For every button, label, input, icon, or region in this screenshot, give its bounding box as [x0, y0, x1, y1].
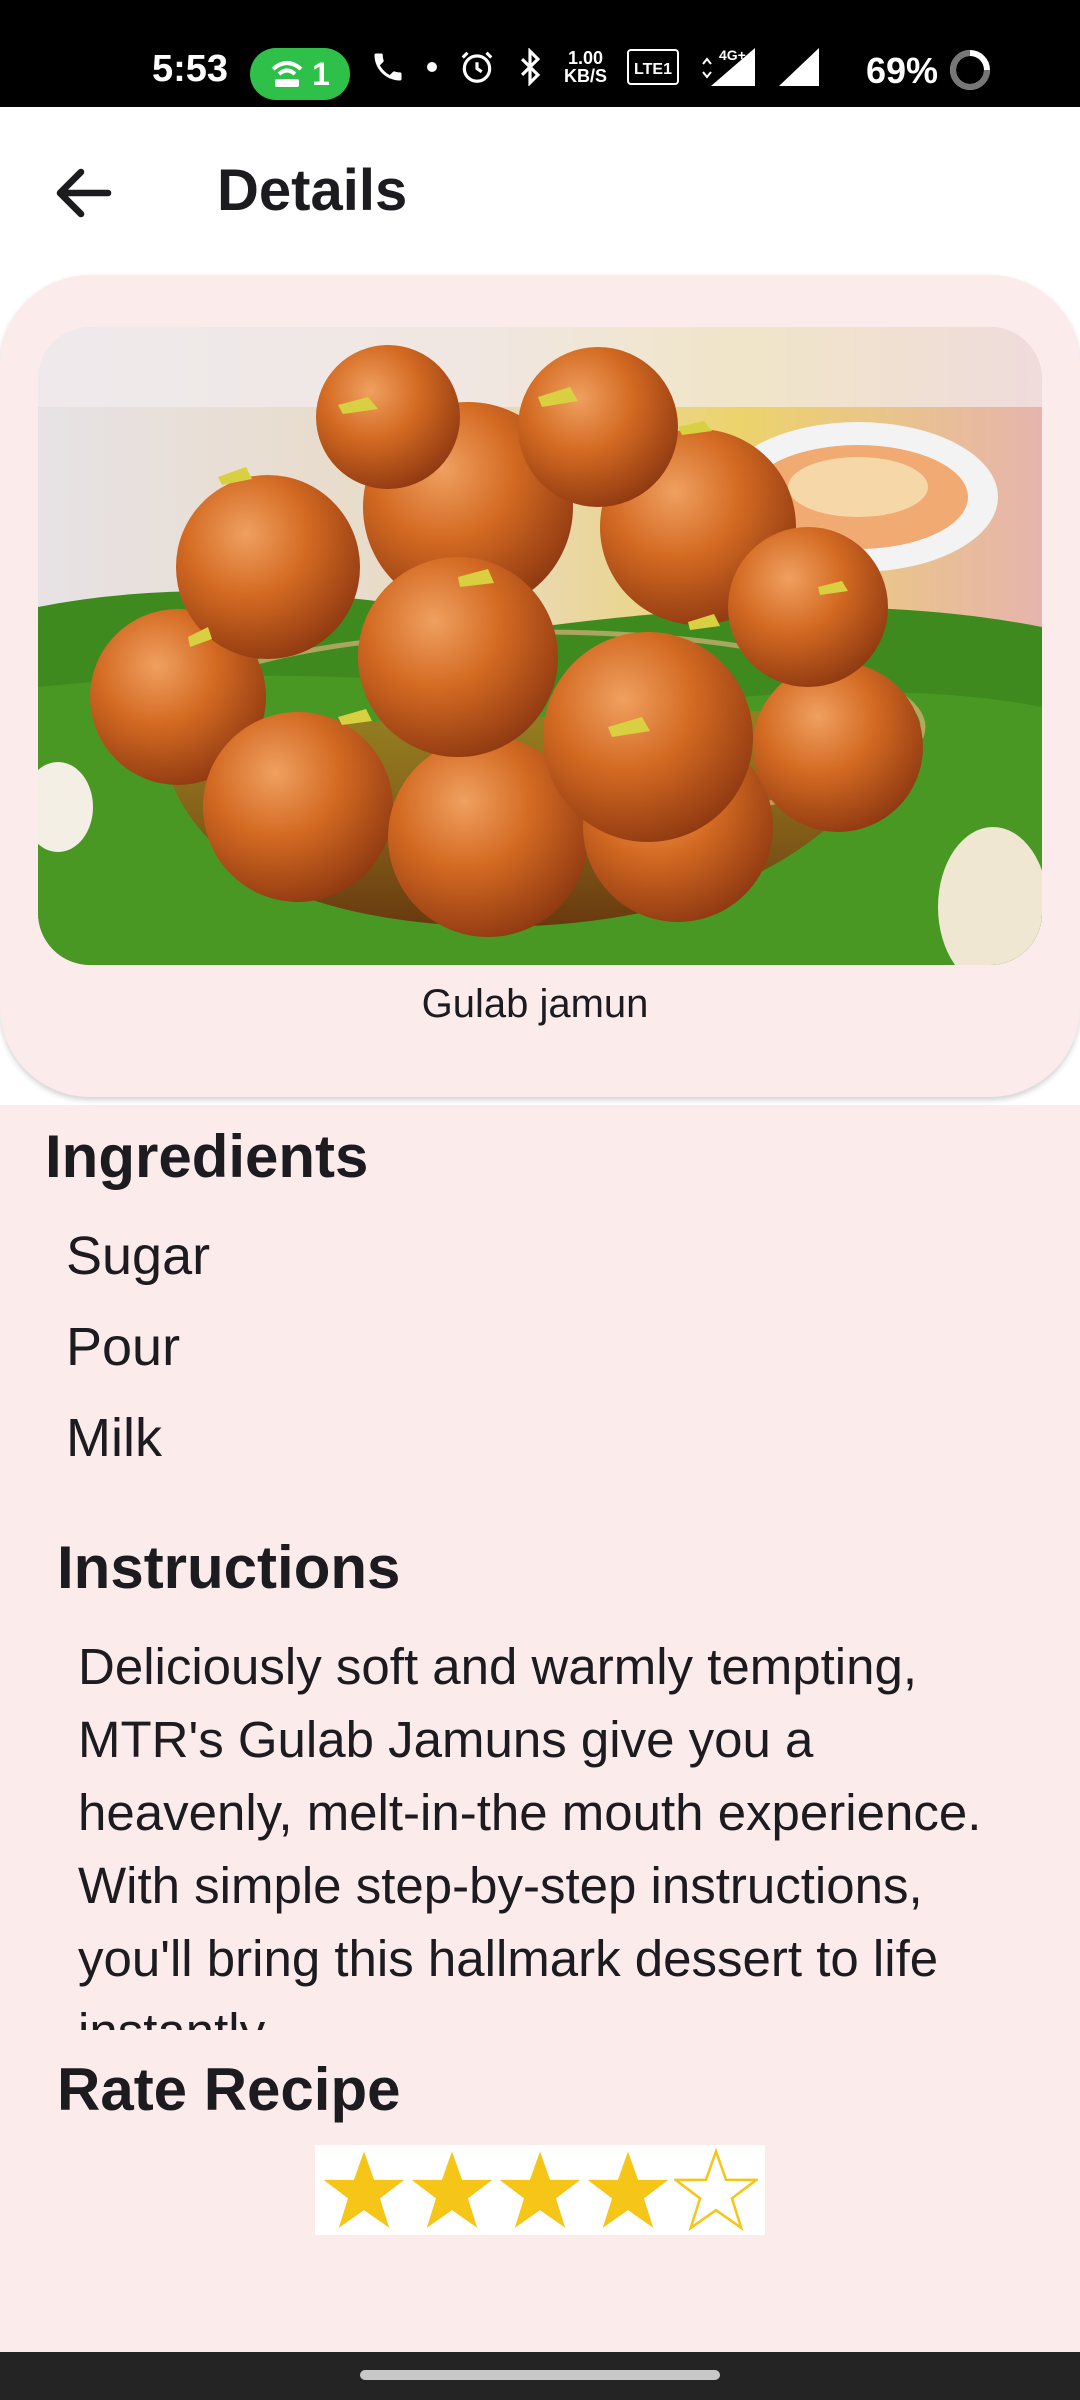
ingredient-item: Milk: [66, 1408, 162, 1468]
hotspot-icon: [271, 61, 303, 87]
bluetooth-icon: [520, 48, 541, 86]
data-speed: 1.00 KB/S: [564, 49, 607, 85]
signal-icon: [779, 48, 820, 86]
gulab-jamun-photo: [38, 327, 1042, 965]
star-filled-icon[interactable]: [410, 2148, 494, 2232]
rating-bar[interactable]: [315, 2145, 765, 2235]
star-empty-icon[interactable]: [674, 2148, 758, 2232]
ingredients-title: Ingredients: [45, 1123, 369, 1190]
instructions-text[interactable]: Deliciously soft and warmly tempting, MT…: [78, 1630, 1018, 2030]
recipe-image: [38, 327, 1042, 965]
rate-recipe-title: Rate Recipe: [57, 2056, 401, 2123]
signal-4g-icon: 4G+: [702, 47, 756, 86]
dot-icon: [427, 62, 437, 72]
recipe-card[interactable]: Gulab jamun: [0, 275, 1080, 1097]
hotspot-badge: 1: [250, 48, 350, 100]
phone-icon: [374, 53, 402, 81]
back-button[interactable]: [48, 157, 120, 229]
top-app-bar: Details: [0, 107, 1080, 275]
page-title: Details: [217, 158, 408, 223]
star-filled-icon[interactable]: [322, 2148, 406, 2232]
home-gesture-handle[interactable]: [360, 2370, 720, 2380]
svg-text:LTE1: LTE1: [634, 61, 672, 78]
data-speed-unit: KB/S: [564, 66, 608, 86]
battery-percent: 69%: [866, 50, 939, 91]
recipe-name: Gulab jamun: [421, 982, 649, 1026]
status-bar: 5:53 1 1.00 KB/S LTE1 4G+ 69%: [0, 0, 1080, 107]
star-filled-icon[interactable]: [498, 2148, 582, 2232]
navigation-bar: [0, 2352, 1080, 2400]
alarm-icon: [461, 51, 493, 83]
ingredient-item: Sugar: [66, 1226, 211, 1286]
recipe-card-area: Gulab jamun: [0, 275, 1080, 1105]
ingredient-item: Pour: [66, 1317, 181, 1377]
network-type: 4G+: [719, 47, 746, 63]
hotspot-count: 1: [312, 55, 330, 92]
instructions-title: Instructions: [57, 1534, 401, 1601]
status-icons: 1.00 KB/S LTE1 4G+: [370, 46, 821, 88]
battery-icon: [950, 50, 990, 90]
status-time: 5:53: [152, 48, 229, 90]
star-filled-icon[interactable]: [586, 2148, 670, 2232]
volte-icon: LTE1: [627, 49, 680, 85]
arrow-back-icon: [56, 168, 112, 218]
data-speed-value: 1.00: [567, 48, 604, 68]
